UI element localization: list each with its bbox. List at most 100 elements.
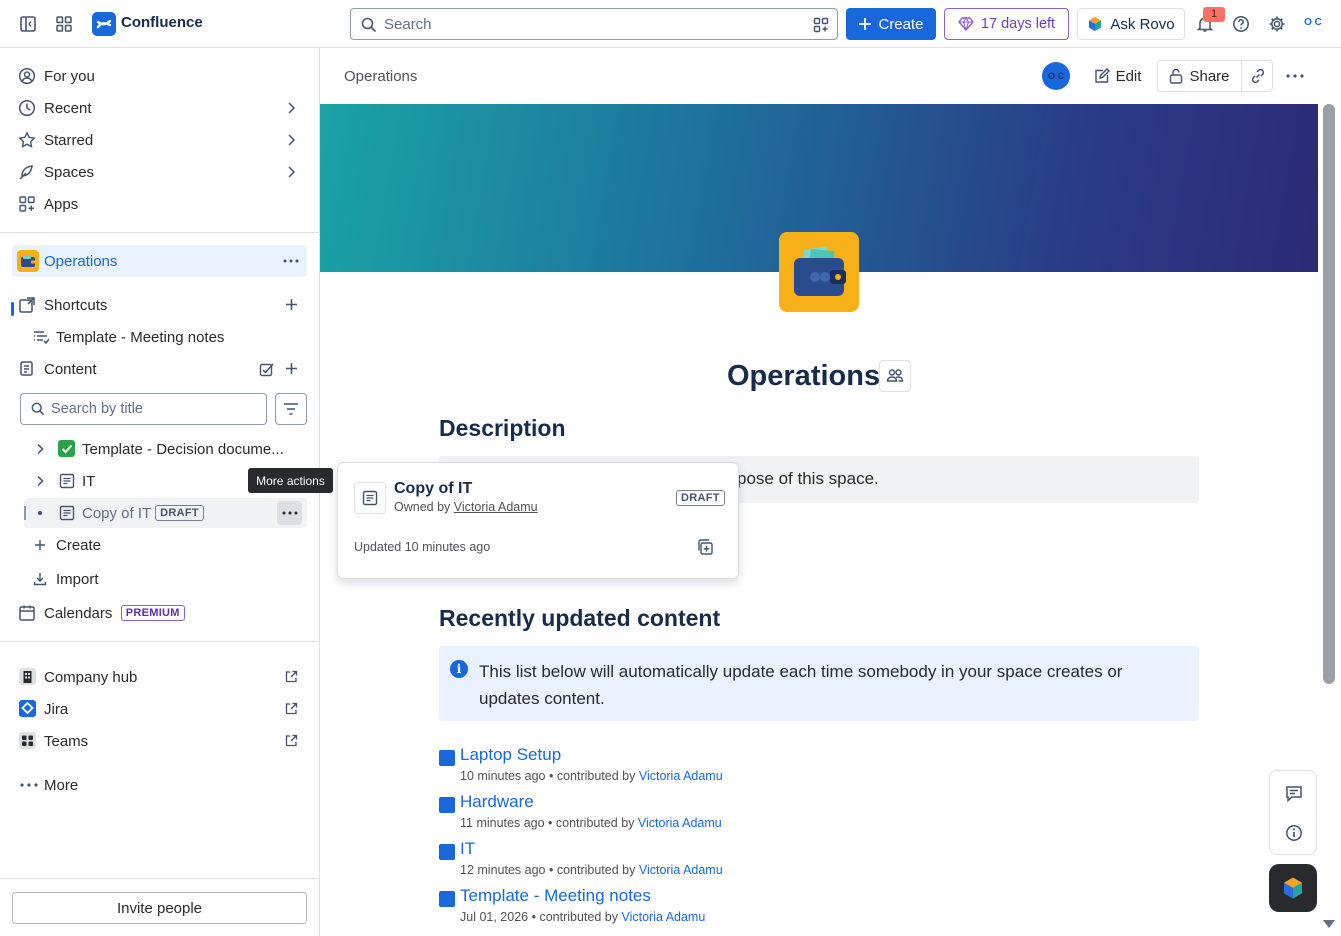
page-more-actions-icon[interactable] (1286, 74, 1304, 78)
author-link[interactable]: Victoria Adamu (638, 816, 722, 830)
help-icon[interactable] (1225, 8, 1257, 40)
sidebar-divider (0, 878, 319, 879)
sidebar-app-teams[interactable]: Teams (12, 726, 307, 756)
sidebar-item-recent[interactable]: Recent (12, 93, 307, 123)
page-hover-card: Copy of IT Owned by Victoria Adamu DRAFT… (337, 462, 739, 579)
drag-handle[interactable] (24, 506, 26, 520)
shortcuts-label: Shortcuts (44, 297, 108, 314)
trial-button[interactable]: 17 days left (944, 8, 1069, 40)
copy-link-icon[interactable] (1250, 68, 1266, 84)
create-button[interactable]: Create (846, 8, 936, 40)
author-link[interactable]: Victoria Adamu (621, 910, 705, 924)
sidebar-space-operations[interactable]: Operations (12, 245, 307, 277)
recent-item: Hardware 11 minutes ago • contributed by… (439, 792, 839, 832)
invite-people-button[interactable]: Invite people (12, 892, 307, 924)
settings-gear-icon[interactable] (1261, 8, 1293, 40)
gem-icon (958, 17, 974, 31)
external-link-icon (285, 734, 298, 747)
sidebar-app-jira[interactable]: Jira (12, 694, 307, 724)
chevron-right-icon (288, 134, 296, 146)
ask-rovo-button[interactable]: Ask Rovo (1077, 8, 1185, 40)
recent-item-contrib: contributed by (556, 863, 636, 877)
chevron-right-icon[interactable] (35, 443, 45, 455)
recent-item-meta: 12 minutes ago • contributed by Victoria… (460, 863, 723, 877)
app-label: Company hub (44, 669, 138, 686)
rovo-chat-button[interactable] (1269, 864, 1317, 912)
page-icon (439, 797, 455, 813)
copy-page-icon[interactable] (696, 538, 714, 556)
lock-icon (1170, 68, 1183, 84)
external-link-icon (285, 670, 298, 683)
sidebar-calendars[interactable]: Calendars PREMIUM (12, 598, 307, 628)
filter-button[interactable] (275, 393, 307, 425)
clock-icon (18, 99, 36, 117)
sidebar-item-label: Recent (44, 100, 92, 117)
app-name[interactable]: Confluence (121, 14, 203, 31)
share-label: Share (1189, 67, 1230, 85)
edit-button[interactable]: Edit (1085, 60, 1150, 92)
sidebar-create[interactable]: Create (12, 530, 307, 560)
sidebar-item-label: Starred (44, 132, 94, 149)
bulk-select-icon[interactable] (259, 361, 275, 377)
page-icon (439, 844, 455, 860)
shortcut-item-meeting-notes[interactable]: Template - Meeting notes (12, 322, 307, 352)
collaborator-avatar[interactable]: O C (1042, 62, 1070, 90)
chevron-right-icon[interactable] (35, 475, 45, 487)
bullet-icon (38, 511, 42, 515)
sidebar-app-company-hub[interactable]: Company hub (12, 662, 307, 692)
scroll-down-arrow-icon[interactable] (1322, 919, 1336, 929)
owned-by-label: Owned by (394, 500, 451, 514)
comment-icon[interactable] (1285, 785, 1303, 802)
filter-apps-icon[interactable] (813, 17, 829, 33)
hover-card-title[interactable]: Copy of IT (394, 480, 472, 498)
breadcrumb[interactable]: Operations (344, 68, 417, 85)
author-link[interactable]: Victoria Adamu (639, 769, 723, 783)
recent-item: IT 12 minutes ago • contributed by Victo… (439, 839, 839, 879)
sidebar-content-header[interactable]: Content (12, 354, 307, 384)
recent-item-title[interactable]: Laptop Setup (460, 745, 561, 765)
more-actions-icon[interactable] (283, 259, 299, 263)
share-button[interactable]: Share (1158, 61, 1242, 91)
space-members-button[interactable] (879, 360, 911, 392)
info-panel: i This list below will automatically upd… (439, 646, 1199, 721)
edit-label: Edit (1115, 67, 1142, 85)
info-text: This list below will automatically updat… (479, 662, 1123, 708)
sidebar-import[interactable]: Import (12, 564, 307, 594)
checkmark-emoji-icon (58, 440, 75, 457)
search-input[interactable]: Search (350, 8, 838, 40)
recent-item-title[interactable]: Template - Meeting notes (460, 886, 651, 906)
recent-item-title[interactable]: Hardware (460, 792, 534, 812)
user-avatar[interactable]: O C (1298, 12, 1328, 38)
sidebar-more[interactable]: More (12, 770, 307, 800)
add-content-plus-icon[interactable] (285, 362, 298, 375)
tree-item-decision-doc[interactable]: Template - Decision docume... (24, 434, 307, 464)
recent-item-time: 12 minutes ago (460, 863, 546, 877)
tree-item-copy-of-it[interactable]: Copy of IT DRAFT (24, 498, 307, 528)
building-icon (19, 668, 36, 685)
sidebar-item-spaces[interactable]: Spaces (12, 157, 307, 187)
app-switcher-icon[interactable] (48, 8, 80, 40)
create-button-label: Create (878, 15, 924, 33)
recent-item: Laptop Setup 10 minutes ago • contribute… (439, 745, 839, 785)
search-icon (31, 402, 45, 416)
owner-link[interactable]: Victoria Adamu (454, 500, 538, 514)
add-shortcut-plus-icon[interactable] (285, 298, 298, 311)
draft-badge: DRAFT (155, 505, 204, 521)
scrollbar-thumb[interactable] (1323, 104, 1335, 684)
sidebar-item-for-you[interactable]: For you (12, 61, 307, 91)
recent-item-title[interactable]: IT (460, 839, 475, 859)
search-by-title-input[interactable]: Search by title (20, 393, 267, 425)
confluence-logo-icon[interactable] (92, 12, 116, 36)
sidebar-item-starred[interactable]: Starred (12, 125, 307, 155)
info-circle-icon[interactable] (1285, 824, 1303, 842)
chevron-right-icon (288, 166, 296, 178)
page-icon (59, 505, 75, 521)
sidebar-toggle-icon[interactable] (12, 8, 44, 40)
plus-icon (859, 18, 872, 30)
app-label: Teams (44, 733, 89, 750)
sidebar-shortcuts[interactable]: Shortcuts (12, 290, 307, 320)
more-actions-button[interactable] (277, 501, 302, 525)
sidebar-item-apps[interactable]: Apps (12, 189, 307, 219)
author-link[interactable]: Victoria Adamu (639, 863, 723, 877)
page-icon (439, 891, 455, 907)
